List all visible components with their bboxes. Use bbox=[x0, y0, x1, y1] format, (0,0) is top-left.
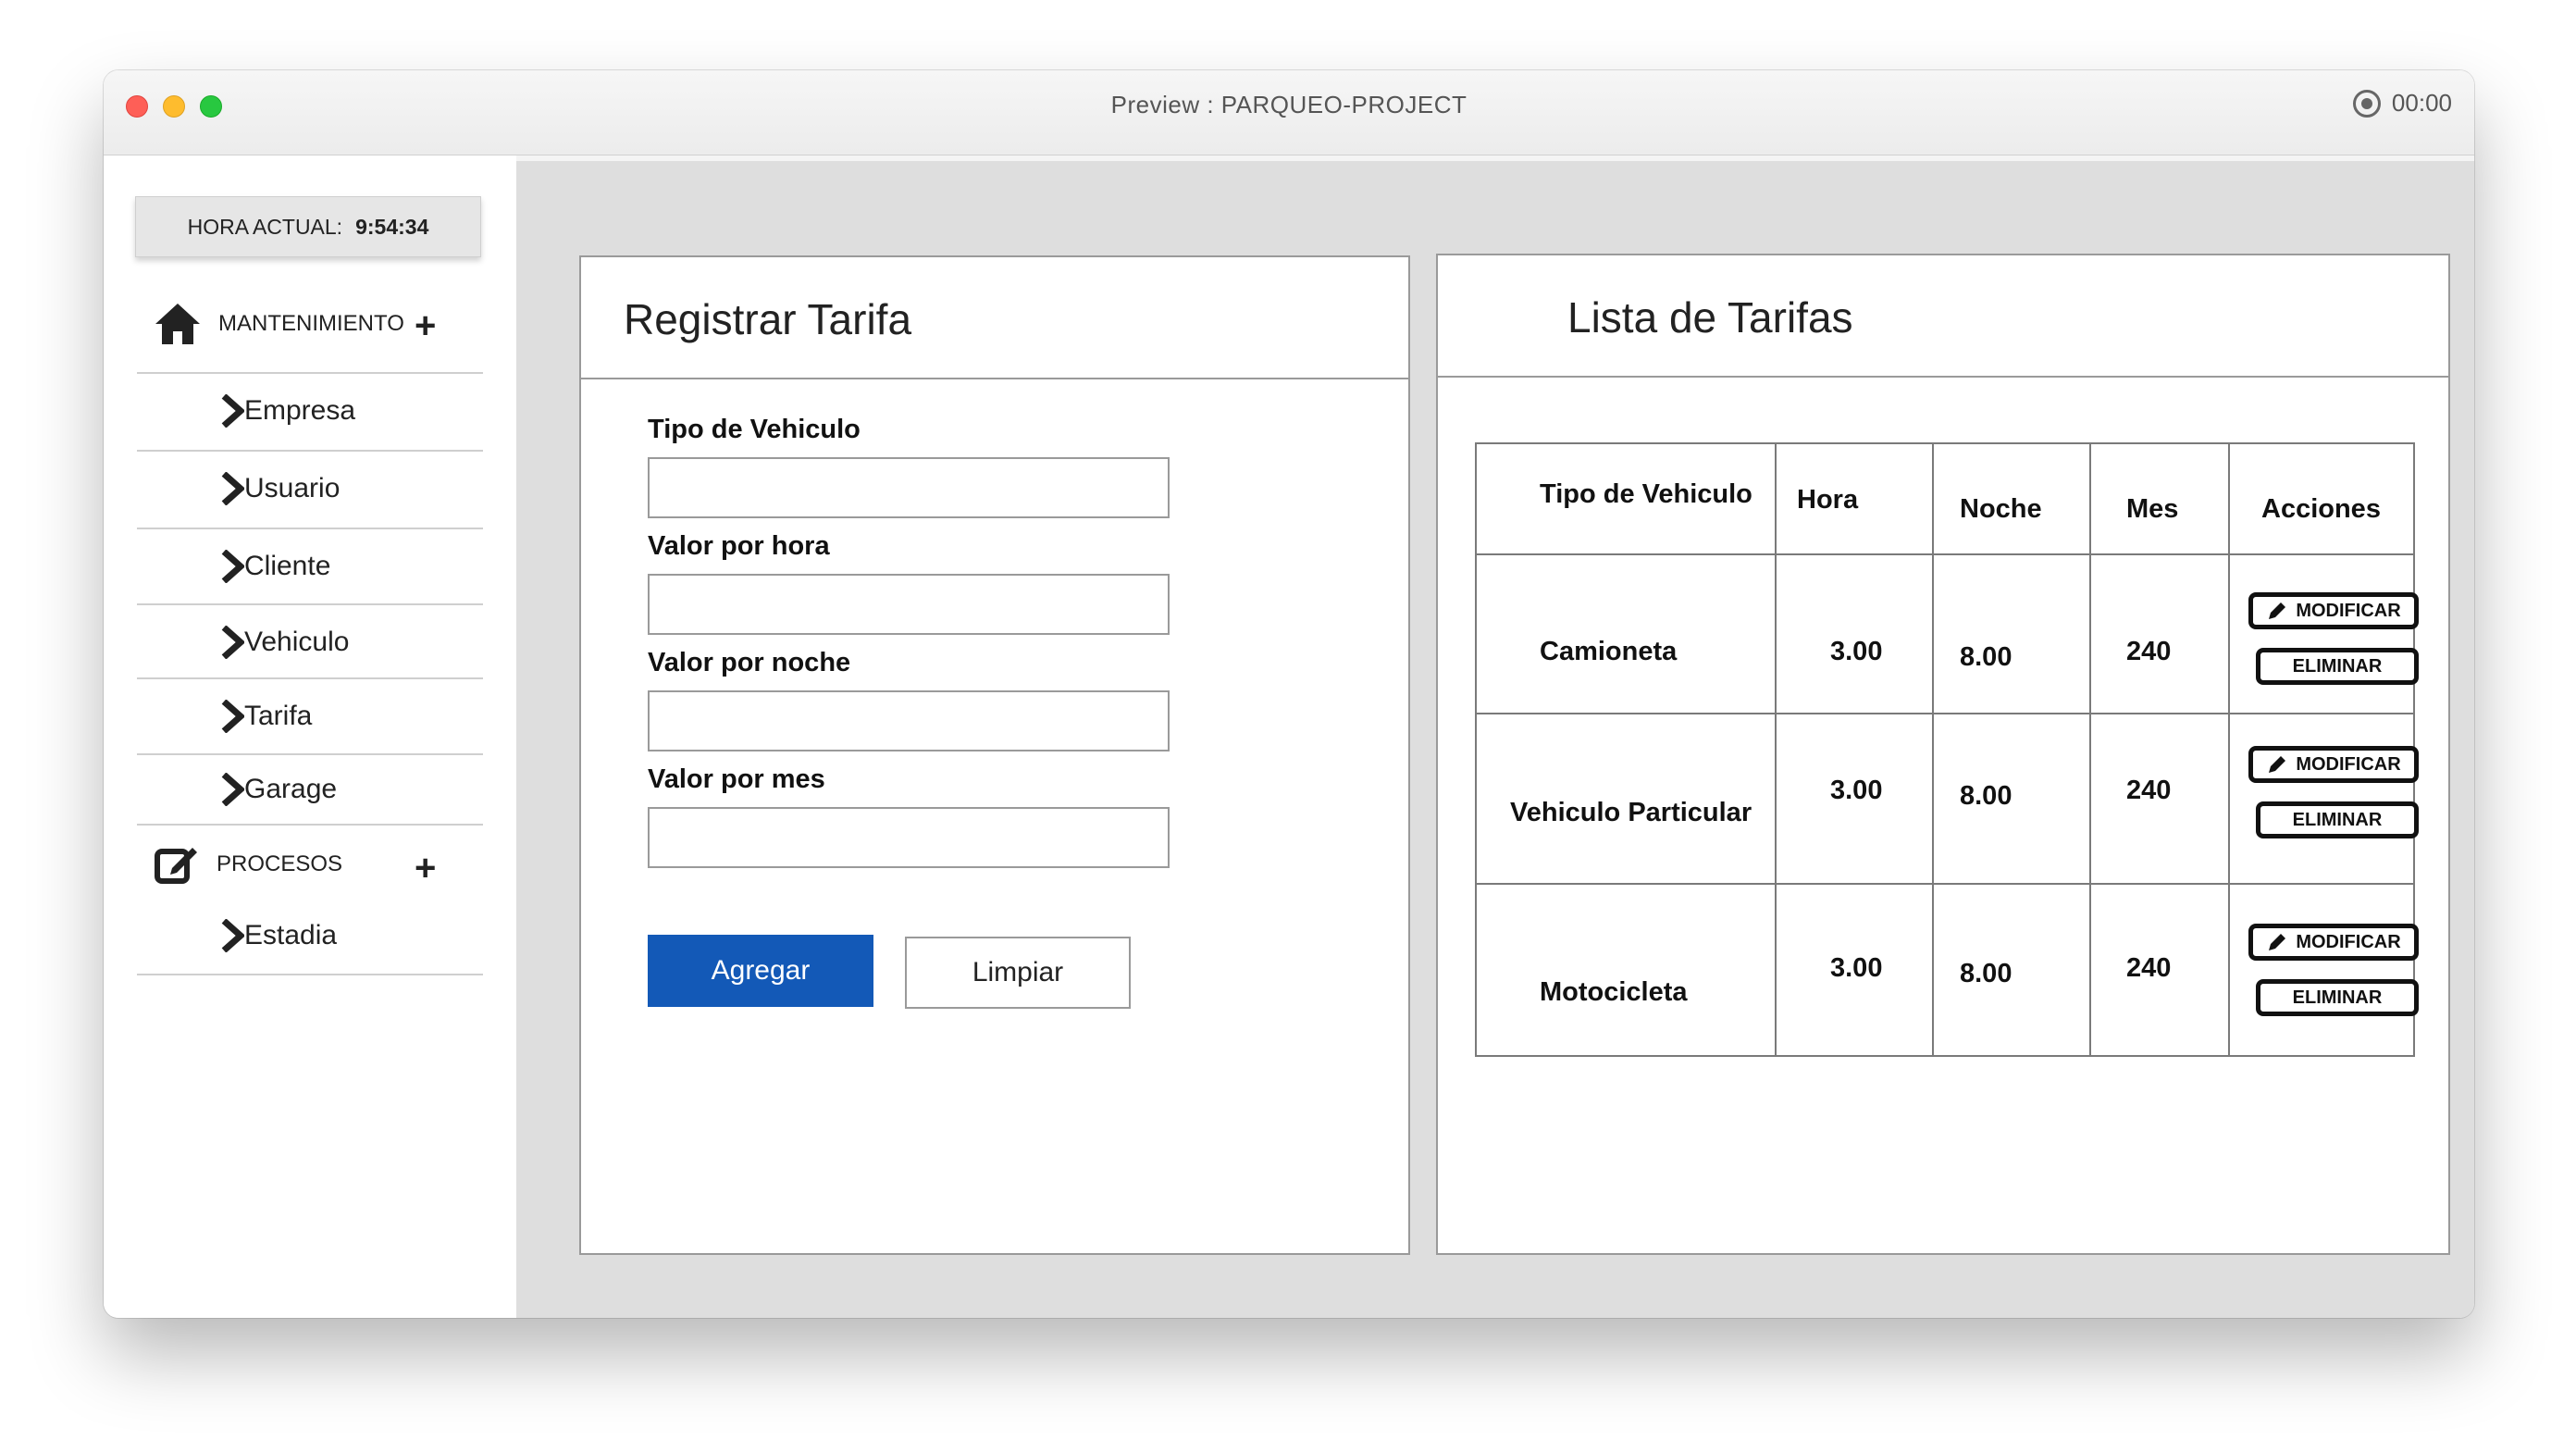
cell-vehicle-type: Camioneta bbox=[1540, 637, 1678, 666]
cell-month: 240 bbox=[2126, 637, 2172, 666]
sidebar-item-vehiculo[interactable]: Vehiculo bbox=[137, 603, 483, 679]
main-content: Registrar Tarifa Tipo de Vehiculo Valor … bbox=[516, 155, 2474, 1318]
sidebar-item-label: Usuario bbox=[244, 473, 341, 503]
rates-list-title: Lista de Tarifas bbox=[1567, 293, 1853, 342]
rates-list-header: Lista de Tarifas bbox=[1438, 255, 2448, 378]
sidebar-item-tarifa[interactable]: Tarifa bbox=[137, 677, 483, 753]
cell-night: 8.00 bbox=[1960, 781, 2012, 811]
table-divider bbox=[1477, 713, 2413, 714]
table-divider bbox=[1932, 444, 1934, 1055]
modify-button-label: MODIFICAR bbox=[2296, 753, 2401, 775]
vehicle-type-label: Tipo de Vehiculo bbox=[648, 415, 861, 444]
cell-month: 240 bbox=[2126, 953, 2172, 983]
sidebar-item-usuario[interactable]: Usuario bbox=[137, 450, 483, 526]
table-divider bbox=[2089, 444, 2091, 1055]
table-divider bbox=[2228, 444, 2230, 1055]
chevron-right-icon bbox=[221, 626, 244, 659]
hourly-rate-label: Valor por hora bbox=[648, 531, 830, 561]
modify-button-label: MODIFICAR bbox=[2296, 931, 2401, 952]
sidebar-item-empresa[interactable]: Empresa bbox=[137, 372, 483, 448]
table-divider bbox=[1477, 553, 2413, 555]
monthly-rate-label: Valor por mes bbox=[648, 764, 825, 794]
table-divider bbox=[1775, 444, 1777, 1055]
delete-button-label: ELIMINAR bbox=[2292, 809, 2383, 830]
delete-button[interactable]: ELIMINAR bbox=[2256, 979, 2419, 1016]
register-rate-title: Registrar Tarifa bbox=[624, 295, 912, 343]
title-bar: Preview : PARQUEO-PROJECT 00:00 bbox=[104, 70, 2474, 155]
modify-button[interactable]: MODIFICAR bbox=[2248, 746, 2419, 783]
table-divider bbox=[1477, 883, 2413, 885]
sidebar-divider bbox=[137, 974, 483, 975]
sidebar-item-cliente[interactable]: Cliente bbox=[137, 528, 483, 603]
modify-button-label: MODIFICAR bbox=[2296, 600, 2401, 621]
rates-list-panel: Lista de Tarifas Tipo de Vehiculo Hora N… bbox=[1436, 254, 2450, 1255]
delete-button[interactable]: ELIMINAR bbox=[2256, 648, 2419, 685]
cell-hour: 3.00 bbox=[1830, 953, 1883, 983]
mantenimiento-add-icon[interactable]: + bbox=[415, 307, 436, 344]
chevron-right-icon bbox=[221, 700, 244, 733]
procesos-add-icon[interactable]: + bbox=[415, 850, 436, 887]
clear-button[interactable]: Limpiar bbox=[905, 937, 1131, 1009]
column-header-month: Mes bbox=[2126, 494, 2179, 524]
cell-vehicle-type: Motocicleta bbox=[1540, 977, 1688, 1007]
recording-timer[interactable]: 00:00 bbox=[2352, 89, 2452, 118]
vehicle-type-input[interactable] bbox=[648, 457, 1170, 518]
register-rate-header: Registrar Tarifa bbox=[581, 257, 1408, 379]
sidebar-item-garage[interactable]: Garage bbox=[137, 753, 483, 824]
current-time-value: 9:54:34 bbox=[355, 214, 429, 239]
chevron-right-icon bbox=[221, 773, 244, 806]
home-icon bbox=[155, 304, 200, 344]
chevron-right-icon bbox=[221, 472, 244, 505]
sidebar-item-label: Tarifa bbox=[244, 701, 313, 731]
cell-hour: 3.00 bbox=[1830, 776, 1883, 805]
night-rate-label: Valor por noche bbox=[648, 648, 851, 677]
hourly-rate-input[interactable] bbox=[648, 574, 1170, 635]
section-mantenimiento[interactable]: MANTENIMIENTO bbox=[154, 302, 404, 346]
delete-button[interactable]: ELIMINAR bbox=[2256, 801, 2419, 838]
column-header-vehicle-type: Tipo de Vehiculo bbox=[1540, 479, 1752, 509]
cell-vehicle-type: Vehiculo Particular bbox=[1510, 798, 1752, 827]
sidebar-item-label: Empresa bbox=[244, 395, 356, 426]
rates-table: Tipo de Vehiculo Hora Noche Mes Acciones… bbox=[1475, 442, 2419, 1057]
cell-night: 8.00 bbox=[1960, 642, 2012, 672]
delete-button-label: ELIMINAR bbox=[2292, 655, 2383, 677]
modify-button[interactable]: MODIFICAR bbox=[2248, 592, 2419, 629]
sidebar-item-label: Cliente bbox=[244, 551, 331, 581]
add-button[interactable]: Agregar bbox=[648, 935, 873, 1007]
night-rate-input[interactable] bbox=[648, 690, 1170, 751]
window-title: Preview : PARQUEO-PROJECT bbox=[1110, 91, 1468, 118]
pencil-icon bbox=[2269, 934, 2286, 950]
monthly-rate-input[interactable] bbox=[648, 807, 1170, 868]
cell-month: 240 bbox=[2126, 776, 2172, 805]
chevron-right-icon bbox=[221, 919, 244, 952]
chevron-right-icon bbox=[221, 394, 244, 428]
record-icon bbox=[2352, 89, 2381, 118]
delete-button-label: ELIMINAR bbox=[2292, 987, 2383, 1008]
app-window: Preview : PARQUEO-PROJECT 00:00 HORA ACT… bbox=[104, 70, 2474, 1318]
register-rate-panel: Registrar Tarifa Tipo de Vehiculo Valor … bbox=[579, 255, 1410, 1255]
current-time-label: HORA ACTUAL: bbox=[187, 214, 343, 239]
sidebar-item-estadia[interactable]: Estadia bbox=[137, 898, 483, 974]
sidebar-divider bbox=[137, 824, 483, 826]
modify-button[interactable]: MODIFICAR bbox=[2248, 924, 2419, 961]
sidebar-item-label: Garage bbox=[244, 774, 338, 804]
cell-hour: 3.00 bbox=[1830, 637, 1883, 666]
pencil-icon bbox=[2269, 602, 2286, 619]
timer-value: 00:00 bbox=[2391, 89, 2452, 117]
column-header-actions: Acciones bbox=[2261, 494, 2381, 524]
sidebar-item-label: Vehiculo bbox=[244, 627, 350, 657]
column-header-night: Noche bbox=[1960, 494, 2042, 524]
sidebar: HORA ACTUAL: 9:54:34 MANTENIMIENTO + Emp… bbox=[104, 155, 516, 1318]
chevron-right-icon bbox=[221, 550, 244, 583]
section-procesos[interactable]: PROCESOS bbox=[154, 842, 342, 887]
sidebar-item-label: Estadia bbox=[244, 920, 338, 950]
column-header-hour: Hora bbox=[1797, 485, 1859, 515]
pencil-icon bbox=[2269, 756, 2286, 773]
edit-square-icon bbox=[155, 848, 197, 884]
section-mantenimiento-label: MANTENIMIENTO bbox=[218, 311, 404, 336]
current-time-box: HORA ACTUAL: 9:54:34 bbox=[135, 196, 481, 257]
section-procesos-label: PROCESOS bbox=[217, 851, 343, 876]
cell-night: 8.00 bbox=[1960, 959, 2012, 988]
